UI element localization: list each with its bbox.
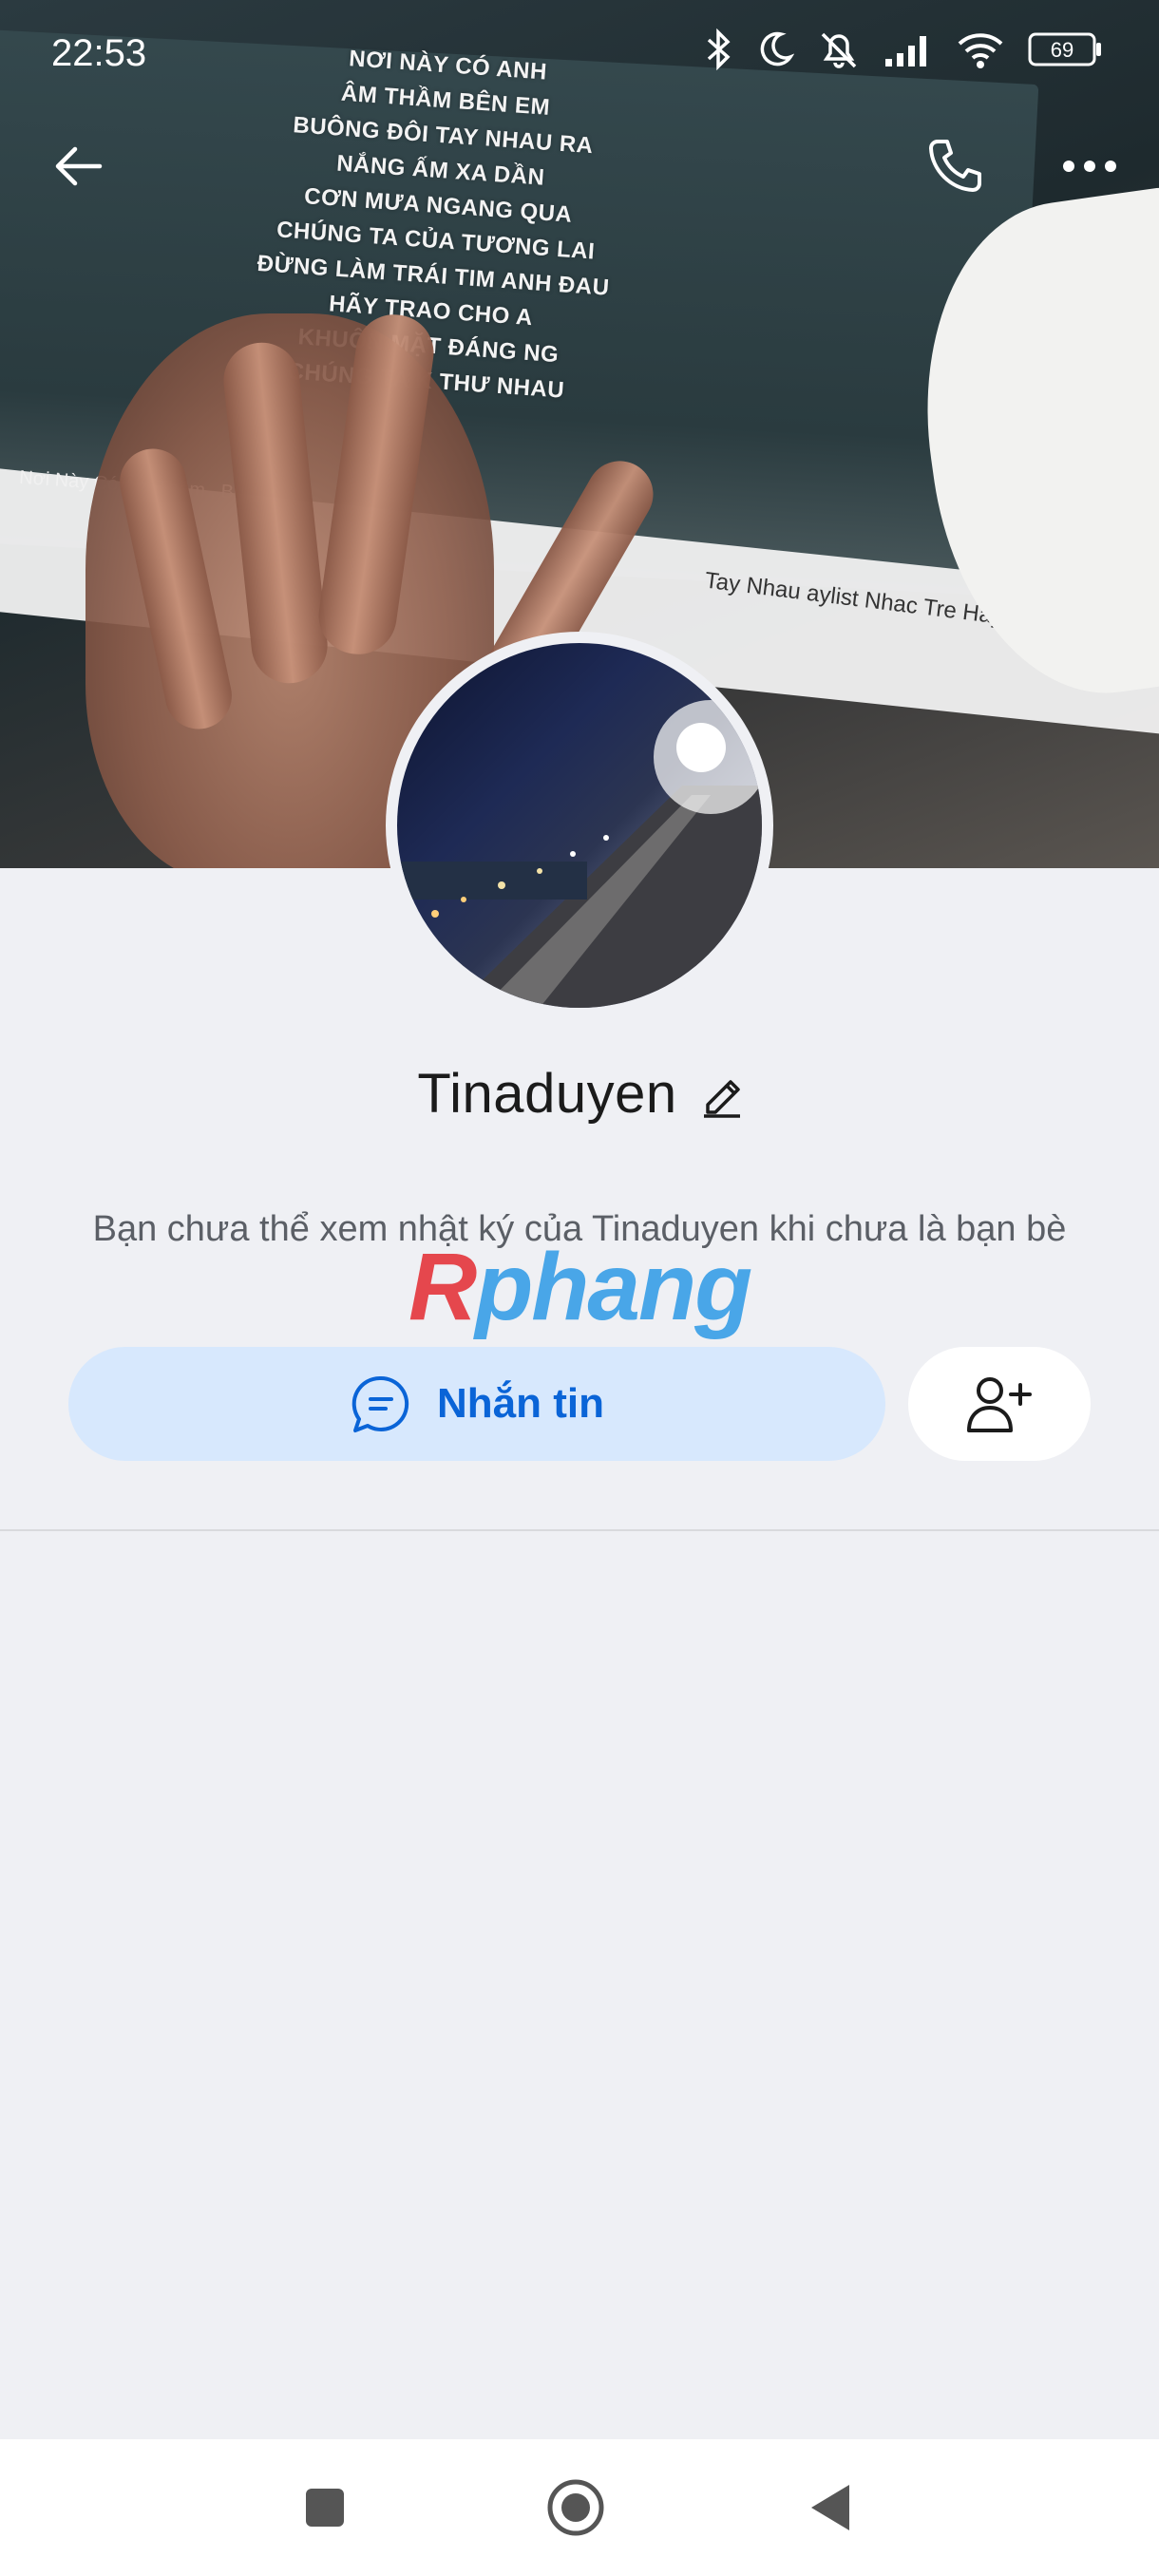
recents-button[interactable]: [291, 2473, 359, 2542]
wifi-icon: [958, 33, 1003, 68]
square-icon: [306, 2489, 344, 2527]
watermark-logo: Rphang: [408, 1234, 752, 1340]
battery-level: 69: [1051, 38, 1074, 62]
call-button[interactable]: [912, 123, 998, 209]
chat-bubble-icon: [352, 1375, 409, 1432]
triangle-back-icon: [811, 2485, 849, 2530]
more-button[interactable]: [1047, 123, 1132, 209]
back-button[interactable]: [36, 123, 122, 209]
arrow-left-icon: [55, 146, 103, 186]
battery-icon: 69: [1028, 32, 1101, 66]
signal-icon: [885, 36, 926, 66]
status-bar: 22:53 69: [0, 0, 1159, 104]
add-user-icon: [967, 1377, 1032, 1432]
section-divider: [0, 1529, 1159, 1531]
circle-icon: [547, 2479, 604, 2536]
pencil-icon[interactable]: [700, 1070, 742, 1118]
bell-off-icon: [821, 32, 857, 68]
add-friend-button[interactable]: [908, 1347, 1091, 1461]
bluetooth-icon: [707, 28, 731, 70]
phone-icon: [929, 140, 981, 192]
message-button[interactable]: Nhắn tin: [68, 1347, 885, 1461]
name-row: Tinaduyen: [0, 1062, 1159, 1126]
avatar-night-road: [397, 700, 762, 1008]
status-time: 22:53: [51, 32, 147, 74]
moon-icon: [760, 31, 794, 66]
top-nav: [0, 123, 1159, 209]
home-button[interactable]: [542, 2473, 610, 2542]
profile-name: Tinaduyen: [417, 1063, 677, 1125]
back-system-button[interactable]: [796, 2473, 864, 2542]
message-button-label: Nhắn tin: [437, 1380, 604, 1427]
more-horizontal-icon: [1063, 161, 1116, 172]
status-icons: 69: [705, 28, 1102, 70]
system-navigation-bar: [0, 2439, 1159, 2576]
avatar[interactable]: [386, 632, 773, 1019]
avatar-photo: [397, 643, 762, 1008]
